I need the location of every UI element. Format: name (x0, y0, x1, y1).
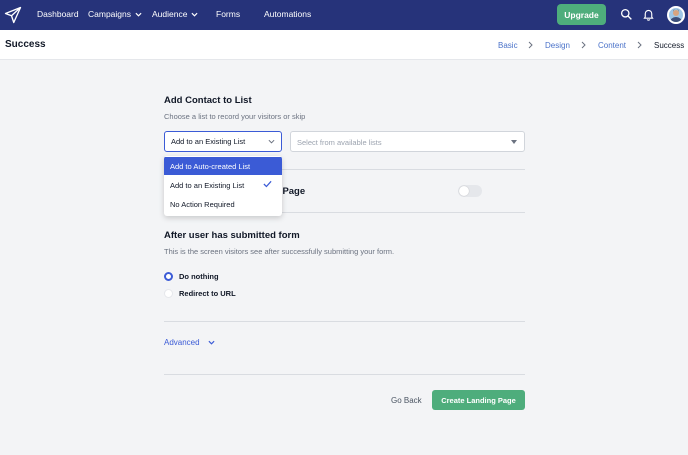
divider (164, 374, 525, 375)
after-submit-title: After user has submitted form (164, 230, 300, 241)
page-title: Success (5, 39, 46, 50)
chevron-right-icon (581, 41, 586, 49)
breadcrumb-content[interactable]: Content (598, 41, 626, 50)
option-existing-list-label: Add to an Existing List (170, 181, 245, 190)
option-existing-list[interactable]: Add to an Existing List (164, 176, 282, 194)
radio-do-nothing[interactable] (164, 272, 173, 281)
advanced-toggle[interactable]: Advanced (164, 338, 215, 347)
search-icon[interactable] (620, 8, 633, 21)
contact-list-title: Add Contact to List (164, 95, 252, 106)
caret-down-icon (511, 140, 517, 144)
chevron-down-icon (135, 13, 142, 17)
avatar-person-icon (670, 9, 682, 22)
radio-redirect-url[interactable] (164, 289, 173, 298)
bell-icon[interactable] (642, 8, 655, 21)
list-action-dropdown-menu: Add to Auto-created List Add to an Exist… (164, 156, 282, 216)
chevron-right-icon (637, 41, 642, 49)
list-action-select[interactable]: Add to an Existing List (164, 131, 282, 152)
chevron-down-icon (268, 139, 275, 144)
landing-page-toggle[interactable] (458, 185, 482, 197)
chevron-down-icon (191, 13, 198, 17)
go-back-button[interactable]: Go Back (391, 396, 422, 405)
nav-campaigns-label: Campaigns (88, 9, 131, 19)
option-auto-created-list[interactable]: Add to Auto-created List (164, 157, 282, 175)
nav-dashboard[interactable]: Dashboard (37, 9, 79, 19)
top-navbar: Dashboard Campaigns Audience Forms Autom… (0, 0, 688, 30)
available-lists-placeholder: Select from available lists (297, 138, 382, 147)
nav-campaigns[interactable]: Campaigns (88, 9, 142, 19)
advanced-label: Advanced (164, 338, 200, 347)
paper-plane-logo-icon[interactable] (4, 6, 22, 24)
breadcrumb-basic[interactable]: Basic (498, 41, 518, 50)
list-action-selected-value: Add to an Existing List (171, 137, 246, 146)
contact-list-description: Choose a list to record your visitors or… (164, 112, 306, 121)
chevron-down-icon (208, 341, 215, 346)
divider (164, 321, 525, 322)
user-avatar[interactable] (667, 6, 685, 24)
nav-forms[interactable]: Forms (216, 9, 240, 19)
breadcrumb-success: Success (654, 41, 685, 50)
nav-audience-label: Audience (152, 9, 188, 19)
radio-do-nothing-label[interactable]: Do nothing (179, 272, 219, 281)
nav-audience[interactable]: Audience (152, 9, 198, 19)
option-no-action[interactable]: No Action Required (164, 195, 282, 213)
nav-automations[interactable]: Automations (264, 9, 311, 19)
upgrade-button[interactable]: Upgrade (557, 4, 606, 25)
breadcrumb-design[interactable]: Design (545, 41, 570, 50)
toggle-knob (459, 186, 469, 196)
checkmark-icon (263, 180, 272, 188)
create-landing-page-button[interactable]: Create Landing Page (432, 390, 525, 410)
after-submit-description: This is the screen visitors see after su… (164, 247, 395, 256)
available-lists-select[interactable]: Select from available lists (290, 131, 525, 152)
radio-redirect-url-label[interactable]: Redirect to URL (179, 289, 236, 298)
chevron-right-icon (528, 41, 533, 49)
page-header: Success Basic Design Content Success (0, 30, 688, 60)
